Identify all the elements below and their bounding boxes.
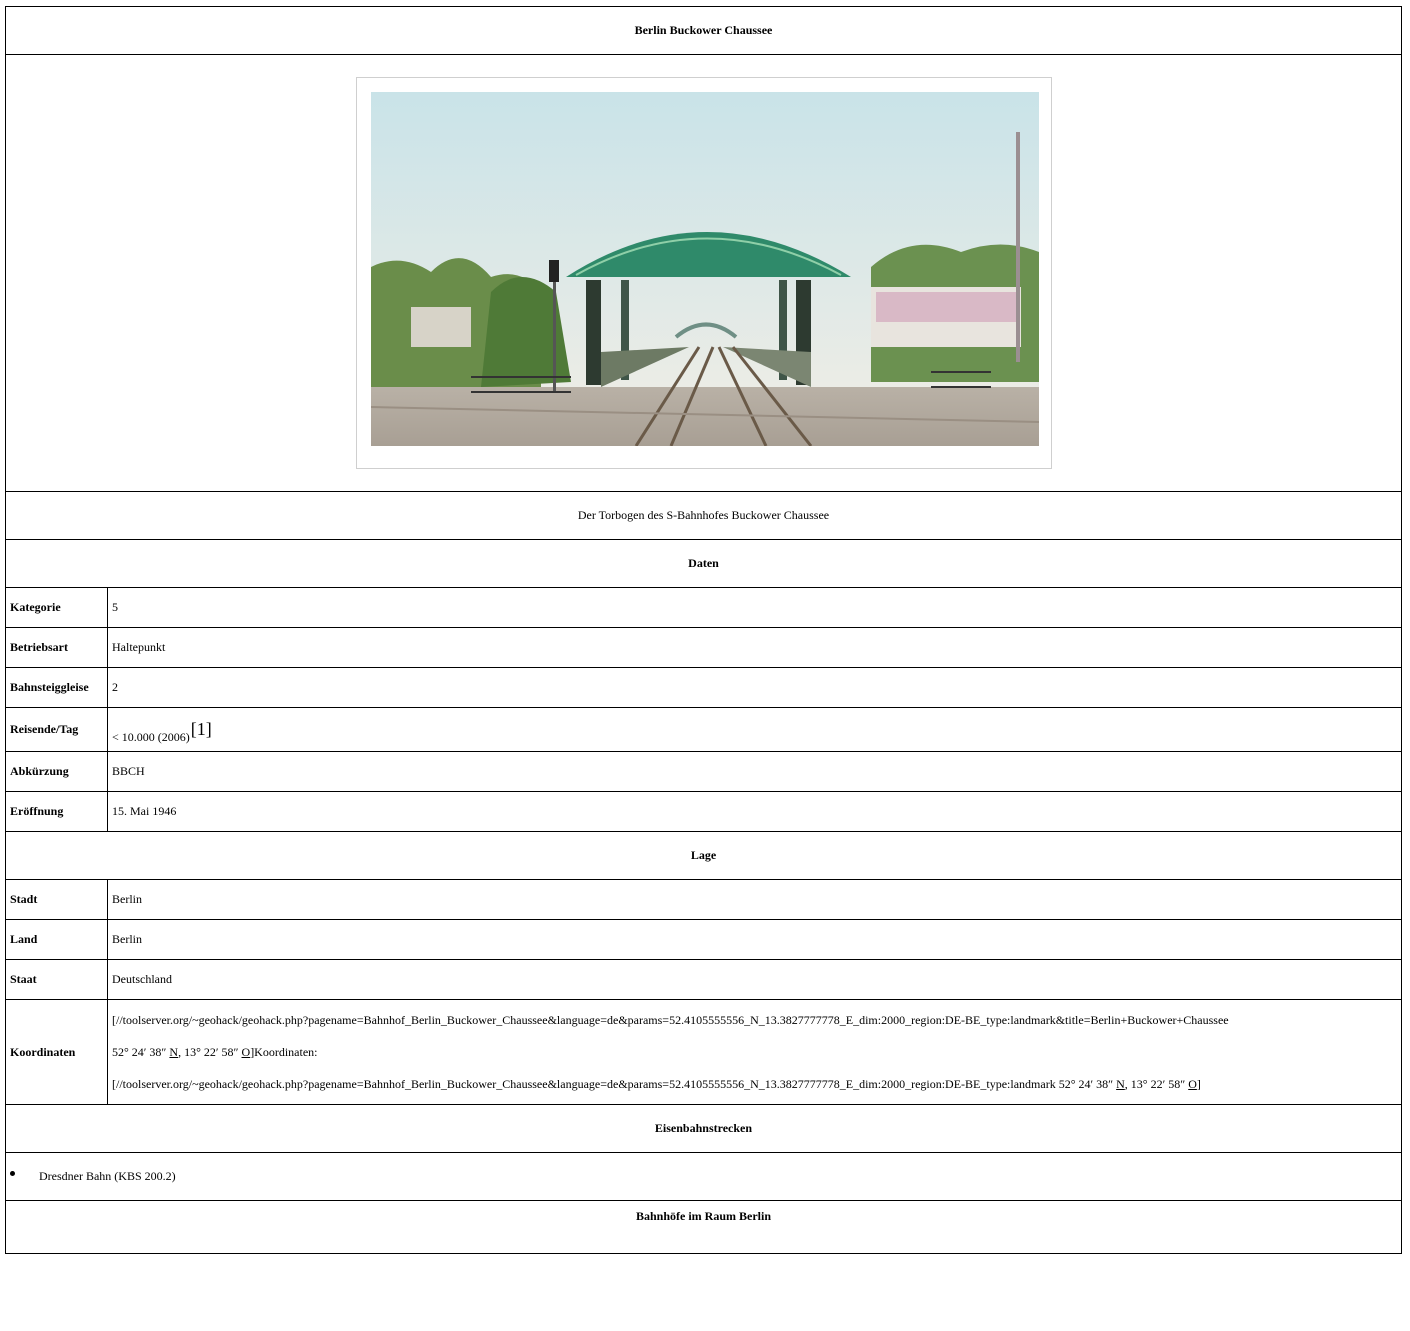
east-link[interactable]: O: [242, 1045, 251, 1059]
row-bahnsteiggleise: Bahnsteiggleise 2: [5, 667, 1402, 708]
image-caption: Der Torbogen des S-Bahnhofes Buckower Ch…: [5, 491, 1402, 540]
row-value: 5: [107, 587, 1402, 628]
coord-text[interactable]: [//toolserver.org/~geohack/geohack.php?p…: [112, 1077, 1116, 1091]
bullet-icon: [10, 1170, 15, 1176]
reference-link[interactable]: [1]: [191, 719, 212, 739]
row-koordinaten: Koordinaten [//toolserver.org/~geohack/g…: [5, 999, 1402, 1105]
coordinates-value: [//toolserver.org/~geohack/geohack.php?p…: [107, 999, 1402, 1105]
section-bahnhoefe-header: Bahnhöfe im Raum Berlin: [5, 1200, 1402, 1254]
row-betriebsart: Betriebsart Haltepunkt: [5, 627, 1402, 668]
row-value: < 10.000 (2006)[1]: [107, 707, 1402, 752]
coordinates-line-3: [//toolserver.org/~geohack/geohack.php?p…: [112, 1068, 1397, 1100]
row-label: Kategorie: [5, 587, 108, 628]
section-lage-header: Lage: [5, 831, 1402, 880]
strecken-list: Dresdner Bahn (KBS 200.2): [5, 1152, 1402, 1201]
row-label: Land: [5, 919, 108, 960]
coord-text: ]: [1196, 1077, 1201, 1091]
coord-text: , 13° 22′ 58″: [1124, 1077, 1189, 1091]
row-value: 15. Mai 1946: [107, 791, 1402, 832]
row-label: Abkürzung: [5, 751, 108, 792]
row-value: Berlin: [107, 879, 1402, 920]
row-value: Haltepunkt: [107, 627, 1402, 668]
row-value: Berlin: [107, 919, 1402, 960]
section-daten-header: Daten: [5, 539, 1402, 588]
image-cell: [5, 54, 1402, 492]
row-label: Koordinaten: [5, 999, 108, 1105]
row-eroeffnung: Eröffnung 15. Mai 1946: [5, 791, 1402, 832]
row-value: 2: [107, 667, 1402, 708]
list-item-label[interactable]: Dresdner Bahn (KBS 200.2): [39, 1169, 176, 1183]
north-link[interactable]: N: [1116, 1077, 1125, 1091]
coord-text: 52° 24′ 38″: [112, 1045, 170, 1059]
infobox-title: Berlin Buckower Chaussee: [5, 6, 1402, 55]
row-stadt: Stadt Berlin: [5, 879, 1402, 920]
row-staat: Staat Deutschland: [5, 959, 1402, 1000]
coordinates-line-2: 52° 24′ 38″ N, 13° 22′ 58″ O]Koordinaten…: [112, 1036, 1397, 1068]
station-infobox: Berlin Buckower Chaussee Der Torbogen de…: [5, 6, 1402, 1254]
row-label: Betriebsart: [5, 627, 108, 668]
row-label: Staat: [5, 959, 108, 1000]
row-label: Eröffnung: [5, 791, 108, 832]
row-abkuerzung: Abkürzung BBCH: [5, 751, 1402, 792]
east-link[interactable]: O: [1188, 1077, 1197, 1091]
station-photo-image: [370, 92, 1039, 446]
north-link[interactable]: N: [169, 1045, 178, 1059]
image-frame[interactable]: [355, 77, 1052, 469]
row-label: Bahnsteiggleise: [5, 667, 108, 708]
reisende-value: < 10.000 (2006): [112, 730, 190, 744]
list-item[interactable]: Dresdner Bahn (KBS 200.2): [5, 1152, 1402, 1201]
section-strecken-header: Eisenbahnstrecken: [5, 1104, 1402, 1153]
row-reisende: Reisende/Tag < 10.000 (2006)[1]: [5, 707, 1402, 752]
coord-text: , 13° 22′ 58″: [178, 1045, 242, 1059]
row-value: Deutschland: [107, 959, 1402, 1000]
coord-text: ]Koordinaten:: [250, 1045, 318, 1059]
row-label: Reisende/Tag: [5, 707, 108, 752]
row-land: Land Berlin: [5, 919, 1402, 960]
row-kategorie: Kategorie 5: [5, 587, 1402, 628]
row-label: Stadt: [5, 879, 108, 920]
row-value: BBCH: [107, 751, 1402, 792]
coordinates-line-1[interactable]: [//toolserver.org/~geohack/geohack.php?p…: [112, 1004, 1397, 1036]
